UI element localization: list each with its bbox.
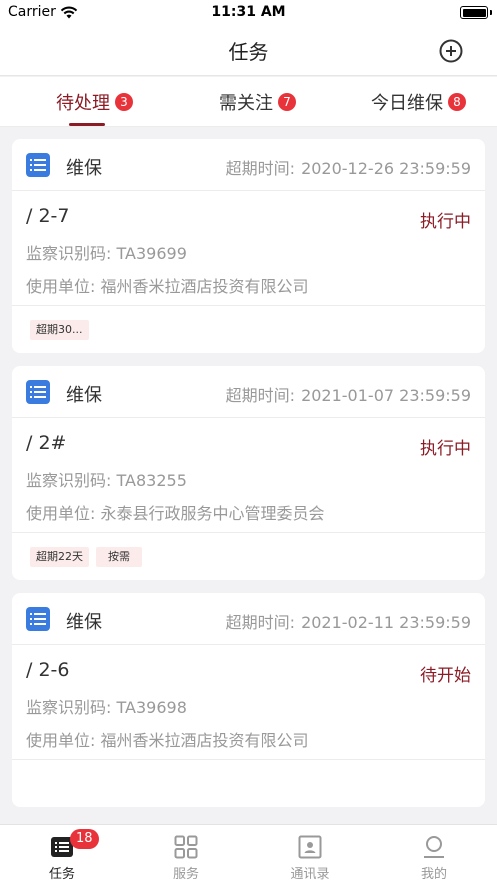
tab-label: 今日维保: [371, 93, 443, 114]
supervision-code: 监察识别码: TA39698: [26, 694, 187, 718]
tab-label: 待处理: [56, 93, 110, 114]
list-icon: [26, 607, 50, 631]
battery-icon: [460, 6, 488, 19]
task-count-badge: 18: [70, 829, 99, 849]
card-header: 维保 超期时间: 2020-12-26 23:59:59: [12, 139, 485, 191]
task-tabs: 待处理 3 需关注 7 今日维保 8: [0, 77, 497, 127]
tabbar-item-services[interactable]: 服务: [124, 825, 248, 883]
profile-icon: [424, 836, 444, 858]
tabbar-label: 我的: [420, 867, 447, 882]
task-name: / 2#: [26, 432, 67, 454]
task-card[interactable]: 维保 超期时间: 2021-02-11 23:59:59 / 2-6 待开始 监察…: [12, 593, 485, 807]
tabbar-item-tasks[interactable]: 18 任务: [0, 825, 124, 883]
status-badge: 执行中: [420, 439, 471, 459]
contacts-icon: [298, 835, 322, 859]
tags-area: 超期22天 按需: [12, 532, 485, 580]
supervision-code: 监察识别码: TA39699: [26, 240, 187, 264]
list-icon: [26, 153, 50, 177]
deadline-value: 2021-02-11 23:59:59: [301, 613, 471, 632]
task-name: / 2-7: [26, 205, 70, 227]
task-name: / 2-6: [26, 659, 70, 681]
supervision-code: 监察识别码: TA83255: [26, 467, 187, 491]
tab-label: 需关注: [219, 93, 273, 114]
task-card[interactable]: 维保 超期时间: 2020-12-26 23:59:59 / 2-7 执行中 监察…: [12, 139, 485, 353]
deadline-value: 2021-01-07 23:59:59: [301, 386, 471, 405]
tags-area: [12, 759, 485, 807]
tag-overdue: 超期22天: [30, 547, 89, 567]
tabbar-label: 通讯录: [290, 867, 330, 882]
deadline: 超期时间: 2021-02-11 23:59:59: [226, 609, 471, 633]
deadline-label: 超期时间:: [225, 613, 296, 632]
list-icon: [26, 380, 50, 404]
task-type: 维保: [66, 385, 102, 406]
tab-badge: 7: [278, 93, 296, 111]
user-unit: 使用单位: 福州香米拉酒店投资有限公司: [26, 273, 309, 297]
tab-pending[interactable]: 待处理 3: [56, 89, 133, 115]
deadline-label: 超期时间:: [225, 159, 296, 178]
code-label: 监察识别码:: [26, 244, 112, 263]
page-title: 任务: [228, 40, 269, 64]
status-bar: Carrier 11:31 AM: [0, 0, 497, 26]
code-value: TA83255: [116, 471, 187, 490]
code-label: 监察识别码:: [26, 471, 112, 490]
tabbar-label: 任务: [48, 867, 75, 882]
status-time: 11:31 AM: [211, 4, 286, 20]
tabbar-item-contacts[interactable]: 通讯录: [248, 825, 372, 883]
grid-icon: [174, 835, 198, 859]
tags-area: 超期30...: [12, 305, 485, 353]
unit-value: 福州香米拉酒店投资有限公司: [100, 731, 309, 750]
code-value: TA39698: [116, 698, 187, 717]
code-label: 监察识别码:: [26, 698, 112, 717]
task-card[interactable]: 维保 超期时间: 2021-01-07 23:59:59 / 2# 执行中 监察识…: [12, 366, 485, 580]
active-tab-indicator: [69, 123, 105, 126]
deadline: 超期时间: 2021-01-07 23:59:59: [226, 382, 471, 406]
tabbar-label: 服务: [172, 867, 199, 882]
tag-overdue: 超期30...: [30, 320, 89, 340]
unit-label: 使用单位:: [26, 277, 96, 296]
nav-bar: 任务: [0, 26, 497, 76]
tab-today-maintenance[interactable]: 今日维保 8: [371, 89, 466, 115]
card-header: 维保 超期时间: 2021-01-07 23:59:59: [12, 366, 485, 418]
deadline-value: 2020-12-26 23:59:59: [301, 159, 471, 178]
code-value: TA39699: [116, 244, 187, 263]
user-unit: 使用单位: 永泰县行政服务中心管理委员会: [26, 500, 325, 524]
battery-cap: [490, 10, 492, 15]
unit-label: 使用单位:: [26, 504, 96, 523]
tag-on-demand: 按需: [96, 547, 142, 567]
user-unit: 使用单位: 福州香米拉酒店投资有限公司: [26, 727, 309, 751]
deadline-label: 超期时间:: [225, 386, 296, 405]
status-badge: 待开始: [420, 666, 471, 686]
status-badge: 执行中: [420, 212, 471, 232]
tab-badge: 3: [115, 93, 133, 111]
bottom-tab-bar: 18 任务 服务 通讯录 我的: [0, 824, 497, 883]
plus-circle-icon[interactable]: [439, 39, 463, 63]
unit-value: 福州香米拉酒店投资有限公司: [100, 277, 309, 296]
deadline: 超期时间: 2020-12-26 23:59:59: [226, 155, 471, 179]
task-type: 维保: [66, 158, 102, 179]
tabbar-item-profile[interactable]: 我的: [372, 825, 496, 883]
tab-badge: 8: [448, 93, 466, 111]
task-type: 维保: [66, 612, 102, 633]
unit-value: 永泰县行政服务中心管理委员会: [100, 504, 325, 523]
card-header: 维保 超期时间: 2021-02-11 23:59:59: [12, 593, 485, 645]
tab-attention[interactable]: 需关注 7: [219, 89, 296, 115]
unit-label: 使用单位:: [26, 731, 96, 750]
